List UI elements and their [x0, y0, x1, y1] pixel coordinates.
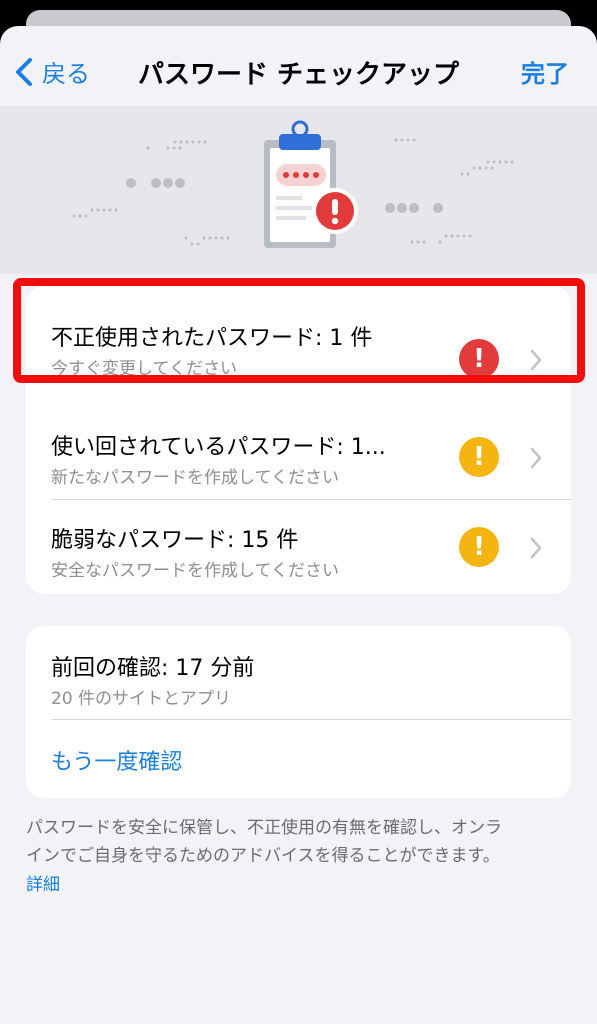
learn-more-link[interactable]: 詳細 — [26, 870, 60, 895]
exclamation-icon: ! — [459, 339, 499, 379]
chevron-right-icon — [530, 349, 542, 371]
page-title: パスワード チェックアップ — [137, 60, 460, 90]
list-item-reused[interactable]: 使い回されているパスワード: 1... 新たなパスワードを作成してください ! — [26, 408, 571, 500]
exclamation-icon: ! — [459, 437, 499, 477]
chevron-right-icon — [530, 447, 542, 469]
last-check-card: 前回の確認: 17 分前 20 件のサイトとアプリ もう一度確認 — [26, 626, 571, 798]
password-issues-card: 不正使用されたパスワード: 1 件 今すぐ変更してください ! 使い回されている… — [26, 286, 571, 594]
last-check-title: 前回の確認: 17 分前 — [51, 656, 255, 681]
footer-description-line: インでご自身を守るためのアドバイスを得ることができます。 — [26, 846, 500, 866]
clipboard-password-alert-icon — [72, 120, 514, 248]
exclamation-icon: ! — [459, 527, 499, 567]
divider — [51, 719, 571, 720]
row-subtitle: 今すぐ変更してください — [51, 359, 237, 379]
row-title: 不正使用されたパスワード: 1 件 — [51, 326, 373, 351]
hero-illustration — [0, 106, 597, 274]
last-check-subtitle: 20 件のサイトとアプリ — [51, 689, 232, 709]
row-subtitle: 安全なパスワードを作成してください — [51, 561, 339, 581]
footer-description: パスワードを安全に保管し、不正使用の有無を確認し、オンラ インでご自身を守るため… — [26, 814, 571, 870]
password-checkup-sheet: 戻る パスワード チェックアップ 完了 不正使用されたパスワード: 1 件 今す… — [0, 26, 597, 1024]
navigation-bar: 戻る パスワード チェックアップ 完了 — [0, 26, 597, 114]
chevron-right-icon — [530, 537, 542, 559]
done-button[interactable]: 完了 — [521, 54, 569, 89]
list-item-weak[interactable]: 脆弱なパスワード: 15 件 安全なパスワードを作成してください ! — [26, 500, 571, 594]
row-subtitle: 新たなパスワードを作成してください — [51, 468, 339, 488]
list-item-compromised[interactable]: 不正使用されたパスワード: 1 件 今すぐ変更してください ! — [26, 286, 571, 390]
check-again-button[interactable]: もう一度確認 — [51, 744, 182, 776]
footer-description-line: パスワードを安全に保管し、不正使用の有無を確認し、オンラ — [26, 818, 502, 838]
row-title: 使い回されているパスワード: 1... — [51, 435, 386, 460]
row-title: 脆弱なパスワード: 15 件 — [51, 528, 299, 553]
